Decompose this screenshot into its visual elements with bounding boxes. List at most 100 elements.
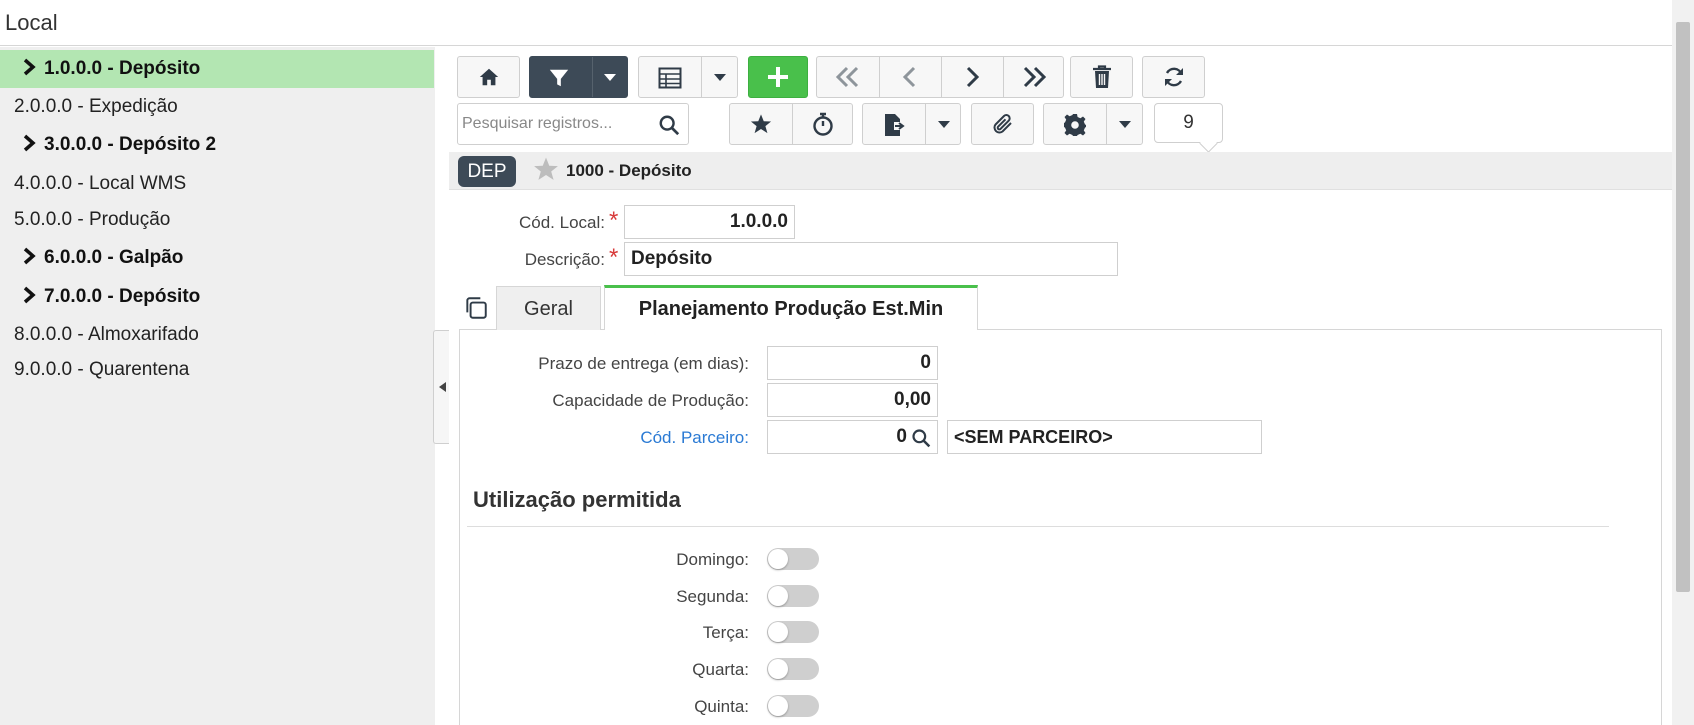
tree-item-label: 3.0.0.0 - Depósito 2	[44, 134, 217, 155]
terca-label: Terça:	[702, 623, 749, 642]
tree-item-label: 1.0.0.0 - Depósito	[44, 58, 201, 79]
required-marker: *	[609, 244, 619, 271]
chevron-left-icon	[902, 66, 916, 88]
sidebar-tree: 1.0.0.0 - Depósito 2.0.0.0 - Expedição 3…	[0, 47, 435, 725]
quarta-label: Quarta:	[692, 660, 749, 679]
attachment-button[interactable]	[971, 103, 1034, 145]
tab-geral[interactable]: Geral	[496, 286, 601, 330]
favorite-button[interactable]	[730, 104, 792, 144]
star-icon	[750, 114, 772, 134]
export-file-icon	[885, 114, 905, 136]
chevron-right-icon	[22, 285, 36, 305]
chevron-right-icon	[22, 57, 36, 77]
trash-icon	[1092, 65, 1111, 88]
prazo-entrega-field[interactable]: 0	[767, 346, 938, 380]
scrollbar-thumb[interactable]	[1676, 22, 1690, 592]
sidebar-collapse-handle[interactable]	[433, 330, 449, 444]
cod-local-label: Cód. Local:	[519, 213, 605, 232]
tree-item-7[interactable]: 7.0.0.0 - Depósito	[0, 278, 434, 316]
capacidade-label: Capacidade de Produção:	[552, 391, 749, 410]
chevron-right-icon	[966, 66, 980, 88]
double-chevron-right-icon	[1023, 66, 1047, 88]
window-title-bar: Local	[0, 0, 1672, 46]
home-button[interactable]	[457, 56, 520, 98]
parceiro-name-field: <SEM PARCEIRO>	[947, 420, 1262, 454]
search-field[interactable]	[457, 103, 689, 145]
tree-item-label: 7.0.0.0 - Depósito	[44, 286, 201, 307]
record-header: DEP 1000 - Depósito	[449, 152, 1672, 190]
export-button[interactable]	[862, 103, 961, 145]
tree-item-3[interactable]: 3.0.0.0 - Depósito 2	[0, 126, 434, 164]
tab-planejamento[interactable]: Planejamento Produção Est.Min	[604, 285, 978, 331]
tree-item-1[interactable]: 1.0.0.0 - Depósito	[0, 50, 434, 88]
entity-badge: DEP	[458, 156, 516, 187]
delete-button[interactable]	[1070, 56, 1133, 98]
cod-parceiro-value: 0	[896, 426, 907, 447]
tree-item-label: 6.0.0.0 - Galpão	[44, 247, 184, 268]
caret-down-icon	[938, 121, 950, 128]
record-title: 1000 - Depósito	[566, 161, 692, 180]
caret-left-icon	[439, 382, 446, 392]
plus-icon	[768, 67, 788, 87]
first-record-button[interactable]	[817, 57, 879, 97]
tree-item-label: 9.0.0.0 - Quarentena	[14, 359, 190, 380]
home-icon	[479, 68, 498, 86]
record-count: 9	[1183, 112, 1194, 133]
cod-parceiro-field[interactable]: 0	[767, 420, 938, 454]
refresh-button[interactable]	[1142, 56, 1205, 98]
gear-icon	[1064, 114, 1086, 136]
tree-item-6[interactable]: 6.0.0.0 - Galpão	[0, 239, 434, 277]
grid-view-button[interactable]	[638, 56, 738, 98]
paperclip-icon	[993, 114, 1012, 134]
tree-item-2[interactable]: 2.0.0.0 - Expedição	[0, 88, 434, 126]
section-divider	[467, 526, 1609, 527]
tree-item-label: 2.0.0.0 - Expedição	[14, 96, 178, 117]
prazo-entrega-label: Prazo de entrega (em dias):	[538, 354, 749, 373]
favorite-star-icon[interactable]	[533, 156, 559, 182]
double-chevron-left-icon	[835, 66, 859, 88]
required-marker: *	[609, 207, 619, 234]
add-record-button[interactable]	[748, 56, 808, 98]
descricao-field[interactable]: Depósito	[624, 242, 1118, 276]
tree-item-label: 8.0.0.0 - Almoxarifado	[14, 324, 199, 345]
quinta-toggle[interactable]	[767, 695, 819, 717]
favorites-timer-group	[729, 103, 853, 145]
domingo-toggle[interactable]	[767, 548, 819, 570]
previous-record-button[interactable]	[879, 57, 941, 97]
tree-item-4[interactable]: 4.0.0.0 - Local WMS	[0, 165, 434, 203]
cod-local-field[interactable]: 1.0.0.0	[624, 205, 795, 239]
terca-toggle[interactable]	[767, 621, 819, 643]
copy-icon[interactable]	[463, 295, 489, 321]
settings-button[interactable]	[1043, 103, 1143, 145]
navigation-group	[816, 56, 1064, 98]
segunda-toggle[interactable]	[767, 585, 819, 607]
refresh-icon	[1164, 67, 1183, 87]
cod-parceiro-link[interactable]: Cód. Parceiro:	[470, 428, 749, 448]
capacidade-field[interactable]: 0,00	[767, 383, 938, 417]
tree-item-8[interactable]: 8.0.0.0 - Almoxarifado	[0, 316, 434, 354]
search-icon	[659, 115, 680, 136]
vertical-scrollbar[interactable]	[1672, 0, 1694, 725]
caret-down-icon	[714, 74, 726, 81]
window-title: Local	[5, 10, 58, 35]
filter-icon	[549, 69, 569, 87]
caret-down-icon	[1119, 121, 1131, 128]
chevron-right-icon	[22, 133, 36, 153]
descricao-label: Descrição:	[524, 250, 605, 269]
domingo-label: Domingo:	[676, 550, 749, 569]
table-icon	[658, 67, 682, 89]
timer-button[interactable]	[792, 104, 854, 144]
caret-down-icon	[604, 74, 616, 81]
tree-item-5[interactable]: 5.0.0.0 - Produção	[0, 201, 434, 239]
search-input[interactable]	[462, 112, 652, 136]
next-record-button[interactable]	[941, 57, 1003, 97]
search-icon	[912, 429, 931, 448]
quarta-toggle[interactable]	[767, 658, 819, 680]
segunda-label: Segunda:	[676, 587, 749, 606]
chevron-right-icon	[22, 246, 36, 266]
record-count-badge: 9	[1154, 103, 1223, 153]
last-record-button[interactable]	[1003, 57, 1065, 97]
tree-item-9[interactable]: 9.0.0.0 - Quarentena	[0, 351, 434, 389]
filter-button[interactable]	[529, 56, 628, 98]
tree-item-label: 5.0.0.0 - Produção	[14, 209, 171, 230]
